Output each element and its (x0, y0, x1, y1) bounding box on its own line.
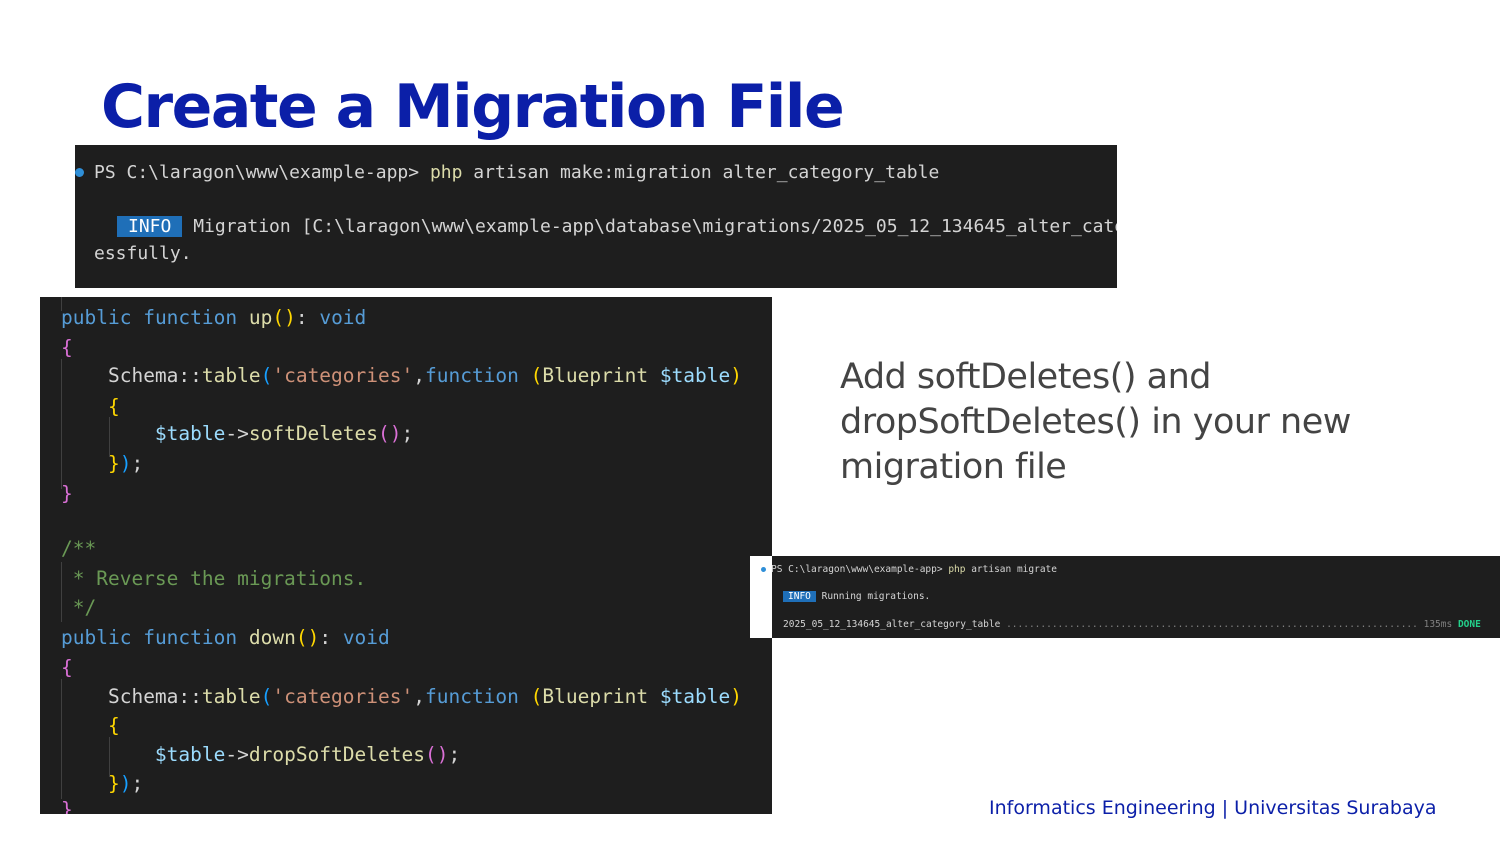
terminal-command-line: PS C:\laragon\www\example-app> php artis… (94, 162, 939, 183)
leader-dots: ........................................… (1000, 619, 1424, 630)
terminal-prompt: PS C:\laragon\www\example-app> (94, 162, 430, 183)
paren: ) (730, 685, 743, 708)
code-comment-close: */ (61, 596, 97, 619)
kw-void: void (319, 306, 367, 329)
terminal-migration-result: 2025_05_12_134645_alter_category_table .… (783, 619, 1481, 630)
colon: : (295, 306, 320, 329)
code-line-soft-deletes: $table->softDeletes(); (61, 422, 413, 445)
terminal-php: php (429, 162, 463, 183)
drop-soft-deletes-call: dropSoftDeletes (248, 743, 425, 766)
table-variable: $table (659, 364, 731, 387)
info-badge: INFO (117, 216, 183, 237)
kw-public: public (61, 626, 132, 649)
table-fn: table (201, 685, 261, 708)
semicolon: ; (401, 422, 414, 445)
code-line-schema-down: Schema::table('categories',function (Blu… (61, 685, 742, 708)
table-variable: $table (154, 743, 226, 766)
kw-function: function (143, 306, 238, 329)
paren: ( (260, 685, 273, 708)
fn-down: down (248, 626, 296, 649)
code-brace-open: { (61, 656, 73, 679)
table-fn: table (201, 364, 261, 387)
paren: () (424, 743, 449, 766)
kw-function: function (424, 364, 519, 387)
status-done: DONE (1457, 619, 1481, 630)
paren: () (378, 422, 402, 445)
terminal-command-line: PS C:\laragon\www\example-app> php artis… (771, 564, 1057, 575)
table-variable: $table (659, 685, 731, 708)
migration-name: 2025_05_12_134645_alter_category_table (783, 619, 1001, 630)
fn-up: up (248, 306, 273, 329)
paren: () (295, 626, 320, 649)
slide-description: Add softDeletes() and dropSoftDeletes() … (840, 357, 1351, 487)
code-comment-open: /** (61, 537, 97, 560)
terminal-php: php (948, 564, 966, 575)
code-line-schema-up: Schema::table('categories',function (Blu… (61, 364, 742, 387)
terminal-migrate: PS C:\laragon\www\example-app> php artis… (750, 556, 1500, 638)
terminal-message-wrap: essfully. (94, 243, 192, 264)
kw-function: function (143, 626, 238, 649)
terminal-command: artisan make:migration alter_category_ta… (462, 162, 940, 183)
code-brace-open: { (61, 336, 73, 359)
schema-class: Schema:: (107, 364, 202, 387)
code-line-down-signature: public function down(): void (61, 626, 390, 649)
terminal-info-line: INFO Running migrations. (783, 591, 930, 602)
code-line-drop-soft-deletes: $table->dropSoftDeletes(); (61, 743, 460, 766)
schema-class: Schema:: (107, 685, 202, 708)
footer-institution: Informatics Engineering | Universitas Su… (989, 797, 1437, 819)
soft-deletes-call: softDeletes (248, 422, 378, 445)
code-partial-bottom: } (61, 798, 73, 814)
table-name-string: 'categories' (272, 364, 414, 387)
comma: , (413, 685, 425, 708)
paren: ( (530, 364, 543, 387)
paren: ( (260, 364, 273, 387)
paren: ( (530, 685, 543, 708)
kw-function: function (424, 685, 519, 708)
terminal-make-migration: PS C:\laragon\www\example-app> php artis… (75, 145, 1117, 288)
code-brace-close: } (61, 482, 73, 505)
code-brace-open-inner: { (61, 395, 120, 418)
page-title: Create a Migration File (101, 72, 845, 142)
prompt-dot-icon (75, 168, 84, 177)
terminal-prompt: PS C:\laragon\www\example-app> (771, 564, 949, 575)
blueprint-type: Blueprint (542, 364, 649, 387)
code-brace-open-inner: { (61, 714, 120, 737)
code-editor-snippet: * public function up(): void { Schema::t… (40, 297, 772, 814)
terminal-message: Migration [C:\laragon\www\example-app\da… (193, 216, 1117, 237)
comma: , (413, 364, 425, 387)
arrow: -> (225, 422, 249, 445)
code-comment-body: * Reverse the migrations. (61, 567, 367, 590)
code-brace-close-inner: }); (107, 452, 144, 475)
code-line-up-signature: public function up(): void (61, 306, 366, 329)
table-name-string: 'categories' (272, 685, 414, 708)
code-brace-close-inner: }); (107, 772, 144, 795)
kw-void: void (342, 626, 390, 649)
terminal-running: Running migrations. (815, 591, 931, 602)
paren: () (272, 306, 296, 329)
blueprint-type: Blueprint (542, 685, 649, 708)
kw-public: public (61, 306, 132, 329)
table-variable: $table (154, 422, 226, 445)
semicolon: ; (448, 743, 461, 766)
arrow: -> (225, 743, 249, 766)
prompt-dot-icon (761, 567, 766, 572)
code-partial-top: * (85, 297, 97, 304)
info-badge: INFO (783, 591, 816, 602)
terminal-info-line: INFO Migration [C:\laragon\www\example-a… (117, 216, 1117, 237)
terminal-command: artisan migrate (965, 564, 1057, 575)
colon: : (319, 626, 343, 649)
paren: ) (730, 364, 743, 387)
migration-time: 135ms (1423, 619, 1453, 630)
